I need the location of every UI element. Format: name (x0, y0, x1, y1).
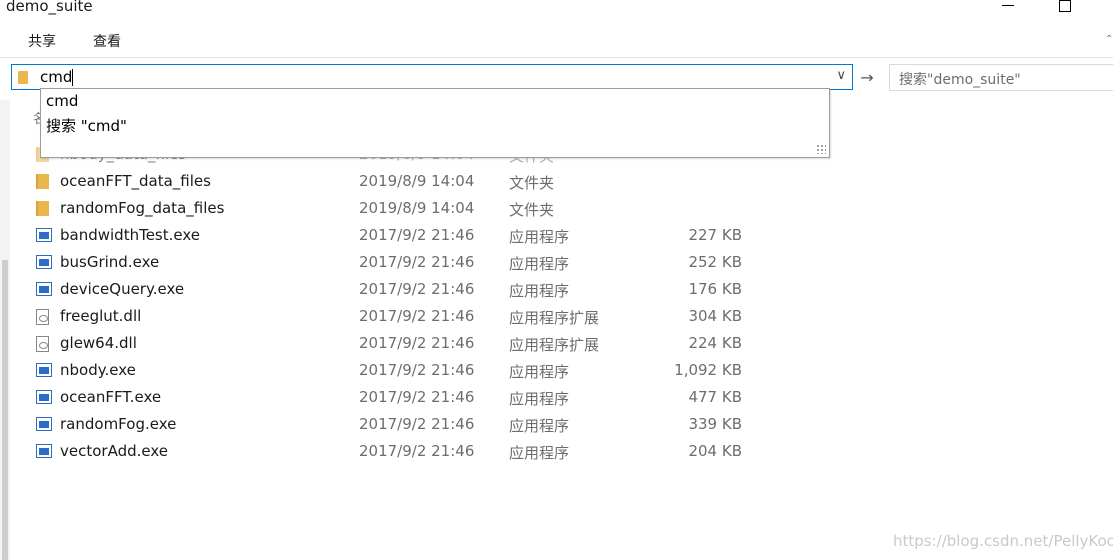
file-name: busGrind.exe (60, 253, 160, 271)
file-type: 应用程序扩展 (509, 309, 600, 327)
dll-icon (36, 309, 49, 325)
folder-icon (36, 174, 49, 189)
ribbon: 共享 查看 ⌃ (0, 20, 1113, 58)
file-date: 2017/9/2 21:46 (359, 253, 475, 271)
file-type: 应用程序 (509, 417, 570, 435)
file-name: randomFog.exe (60, 415, 177, 433)
list-item[interactable]: busGrind.exe 2017/9/2 21:46 应用程序 252 KB (30, 250, 790, 277)
list-item[interactable]: nbody.exe 2017/9/2 21:46 应用程序 1,092 KB (30, 358, 790, 385)
list-item[interactable]: randomFog.exe 2017/9/2 21:46 应用程序 339 KB (30, 412, 790, 439)
maximize-button[interactable] (1059, 0, 1071, 12)
list-item[interactable]: oceanFFT.exe 2017/9/2 21:46 应用程序 477 KB (30, 385, 790, 412)
dll-icon (36, 336, 49, 352)
search-placeholder: 搜索"demo_suite" (899, 72, 1021, 88)
exe-icon (36, 363, 52, 377)
file-size: 339 KB (688, 415, 742, 433)
file-name: oceanFFT.exe (60, 388, 162, 406)
title-bar: demo_suite (0, 0, 1113, 20)
file-name: bandwidthTest.exe (60, 226, 201, 244)
file-date: 2017/9/2 21:46 (359, 415, 475, 433)
exe-icon (36, 282, 52, 296)
file-size: 477 KB (688, 388, 742, 406)
file-type: 应用程序 (509, 444, 570, 462)
file-date: 2017/9/2 21:46 (359, 388, 475, 406)
file-name: oceanFFT_data_files (60, 172, 211, 190)
tab-view[interactable]: 查看 (93, 31, 121, 51)
file-size: 224 KB (688, 334, 742, 352)
exe-icon (36, 390, 52, 404)
autocomplete-item[interactable]: cmd (46, 92, 78, 110)
arrow-right-icon[interactable]: → (856, 66, 878, 90)
watermark: https://blog.csdn.net/PellyKoo (893, 532, 1113, 550)
list-item[interactable]: glew64.dll 2017/9/2 21:46 应用程序扩展 224 KB (30, 331, 790, 358)
autocomplete-search-item[interactable]: 搜索 "cmd" (46, 115, 127, 136)
minimize-button[interactable] (1002, 5, 1014, 6)
folder-icon (18, 71, 28, 84)
file-date: 2017/9/2 21:46 (359, 307, 475, 325)
list-item[interactable]: vectorAdd.exe 2017/9/2 21:46 应用程序 204 KB (30, 439, 790, 466)
search-input[interactable]: 搜索"demo_suite" (889, 64, 1113, 91)
list-item[interactable]: oceanFFT_data_files 2019/8/9 14:04 文件夹 (30, 169, 790, 196)
chevron-down-icon[interactable]: ∨ (836, 68, 846, 83)
file-date: 2017/9/2 21:46 (359, 361, 475, 379)
scrollbar-thumb[interactable] (2, 260, 8, 560)
file-name: deviceQuery.exe (60, 280, 185, 298)
window-title: demo_suite (6, 0, 93, 15)
file-size: 227 KB (688, 226, 742, 244)
file-date: 2017/9/2 21:46 (359, 280, 475, 298)
file-size: 304 KB (688, 307, 742, 325)
file-date: 2017/9/2 21:46 (359, 226, 475, 244)
file-size: 204 KB (688, 442, 742, 460)
address-bar[interactable]: cmd ∨ (11, 64, 853, 90)
file-size: 176 KB (688, 280, 742, 298)
file-name: glew64.dll (60, 334, 137, 352)
file-type: 文件夹 (509, 174, 555, 192)
file-type: 应用程序扩展 (509, 336, 600, 354)
file-name: freeglut.dll (60, 307, 142, 325)
text-caret (72, 69, 73, 86)
list-item[interactable]: bandwidthTest.exe 2017/9/2 21:46 应用程序 22… (30, 223, 790, 250)
resize-grip-icon[interactable] (816, 144, 826, 154)
file-type: 文件夹 (509, 201, 555, 219)
ribbon-expand-icon[interactable]: ⌃ (1105, 34, 1113, 45)
file-date: 2019/8/9 14:04 (359, 172, 475, 190)
file-type: 应用程序 (509, 390, 570, 408)
nav-pane-scrollbar[interactable] (0, 100, 10, 560)
file-date: 2019/8/9 14:04 (359, 199, 475, 217)
file-date: 2017/9/2 21:46 (359, 442, 475, 460)
file-type: 应用程序 (509, 228, 570, 246)
tab-share[interactable]: 共享 (28, 31, 56, 51)
address-autocomplete: cmd 搜索 "cmd" (40, 88, 830, 158)
exe-icon (36, 228, 52, 242)
file-name: vectorAdd.exe (60, 442, 168, 460)
address-input[interactable]: cmd (40, 68, 72, 86)
exe-icon (36, 444, 52, 458)
list-item[interactable]: deviceQuery.exe 2017/9/2 21:46 应用程序 176 … (30, 277, 790, 304)
list-item[interactable]: randomFog_data_files 2019/8/9 14:04 文件夹 (30, 196, 790, 223)
exe-icon (36, 255, 52, 269)
file-size: 252 KB (688, 253, 742, 271)
folder-icon (36, 201, 49, 216)
file-name: randomFog_data_files (60, 199, 225, 217)
list-item[interactable]: freeglut.dll 2017/9/2 21:46 应用程序扩展 304 K… (30, 304, 790, 331)
file-type: 应用程序 (509, 363, 570, 381)
file-type: 应用程序 (509, 255, 570, 273)
exe-icon (36, 417, 52, 431)
file-name: nbody.exe (60, 361, 136, 379)
file-date: 2017/9/2 21:46 (359, 334, 475, 352)
file-type: 应用程序 (509, 282, 570, 300)
file-size: 1,092 KB (674, 361, 742, 379)
